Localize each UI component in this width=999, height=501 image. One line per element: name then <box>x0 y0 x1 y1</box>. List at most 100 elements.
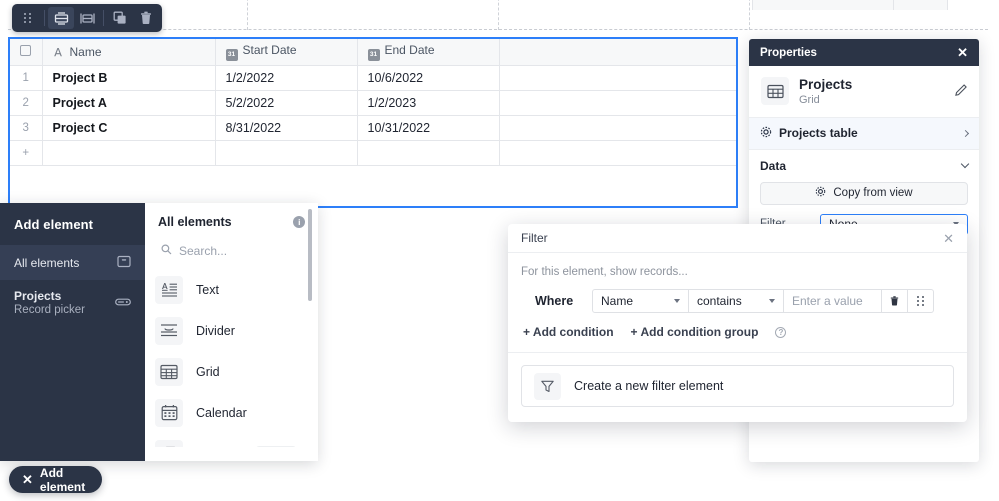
filter-operator-select[interactable]: contains <box>689 289 784 313</box>
close-icon[interactable]: ✕ <box>957 46 968 59</box>
collapse-horizontal-icon[interactable] <box>74 7 100 29</box>
text-field-icon <box>53 46 65 58</box>
grid-element[interactable]: Name 31 Start Date 31 End Date 1 Project B1… <box>8 37 738 208</box>
element-type-list[interactable]: Text Divider Grid Calendar Timeline Pro <box>145 269 318 447</box>
delete-condition-button[interactable] <box>882 289 908 313</box>
drag-handle-icon[interactable] <box>15 7 41 29</box>
grid-element-icon <box>155 357 183 386</box>
filter-subtitle: For this element, show records... <box>521 266 688 278</box>
cell-blank <box>499 90 736 116</box>
where-label: Where <box>535 294 574 308</box>
element-toolbar[interactable] <box>12 4 162 32</box>
filter-field-select[interactable]: Name <box>592 289 689 313</box>
column-header-start-date[interactable]: 31 Start Date <box>215 39 358 66</box>
row-number[interactable]: 2 <box>10 90 43 116</box>
trash-icon[interactable] <box>133 7 159 29</box>
timeline-element-icon <box>155 439 183 447</box>
question-icon[interactable]: ? <box>775 326 787 338</box>
add-element-button-label: Add element <box>39 465 86 494</box>
gear-icon <box>760 126 772 141</box>
table-body: 1 Project B 1/2/2022 10/6/2022 2 Project A 5/2… <box>10 65 736 166</box>
cell-name[interactable]: Project A <box>42 90 216 116</box>
select-all-header[interactable] <box>10 39 43 66</box>
add-element-button[interactable]: ✕ Add element <box>9 465 102 494</box>
table-row[interactable]: 2 Project A 5/2/2022 1/2/2023 <box>10 90 736 116</box>
pro-badge: Pro <box>255 445 297 447</box>
all-elements-title: All elements <box>158 215 232 229</box>
element-type-label: Grid <box>196 364 220 379</box>
close-icon[interactable]: ✕ <box>943 232 954 245</box>
close-icon[interactable]: ✕ <box>22 473 33 486</box>
text-element-icon <box>155 275 183 304</box>
checkbox-icon[interactable] <box>20 44 32 56</box>
filter-dialog-body: For this element, show records... Where … <box>508 253 967 352</box>
column-header-label: End Date <box>384 42 435 57</box>
duplicate-icon[interactable] <box>107 7 133 29</box>
copy-from-view-button[interactable]: Copy from view <box>760 181 968 205</box>
table-row[interactable]: 3 Project C 8/31/2022 10/31/2022 <box>10 115 736 141</box>
cell-name[interactable]: Project B <box>42 65 216 91</box>
data-section-toggle[interactable]: Data <box>749 150 979 180</box>
cell-end-date[interactable]: 10/6/2022 <box>357 65 500 91</box>
column-guide <box>749 0 750 30</box>
gear-icon <box>815 186 826 200</box>
chevron-down-icon <box>674 299 680 303</box>
cell-start-date[interactable]: 8/31/2022 <box>215 115 358 141</box>
data-section-label: Data <box>760 158 787 173</box>
add-row[interactable]: + <box>10 140 736 166</box>
add-element-sidebar[interactable]: Add element All elements Projects Record… <box>0 203 145 461</box>
search-input[interactable]: Search... <box>155 239 309 263</box>
cell-name[interactable]: Project C <box>42 115 216 141</box>
element-type-label: Calendar <box>196 405 247 420</box>
calendar-element-icon <box>155 398 183 427</box>
info-icon[interactable]: i <box>293 216 306 228</box>
column-header-end-date[interactable]: 31 End Date <box>357 39 500 66</box>
expand-horizontal-icon[interactable] <box>48 7 74 29</box>
pencil-icon[interactable] <box>955 83 968 99</box>
table-row[interactable]: 1 Project B 1/2/2022 10/6/2022 <box>10 65 736 91</box>
element-type-timeline[interactable]: Timeline Pro <box>155 433 318 447</box>
toolbar-divider <box>103 10 104 26</box>
cell-start-date[interactable]: 5/2/2022 <box>215 90 358 116</box>
row-number[interactable]: 3 <box>10 115 43 141</box>
element-type-divider[interactable]: Divider <box>155 310 318 351</box>
drag-condition-handle[interactable] <box>908 289 934 313</box>
add-condition-button[interactable]: + Add condition <box>523 325 614 339</box>
filter-actions: + Add condition + Add condition group ? <box>521 313 954 352</box>
filter-operator-value: contains <box>697 294 742 308</box>
cell-blank <box>499 65 736 91</box>
cell-end-date[interactable]: 1/2/2023 <box>357 90 500 116</box>
filter-field-value: Name <box>601 294 634 308</box>
editor-canvas[interactable]: Name 31 Start Date 31 End Date 1 Project B1… <box>0 0 999 501</box>
drag-dots-icon <box>916 296 925 306</box>
sidebar-item-all-elements[interactable]: All elements <box>0 245 145 280</box>
add-condition-group-button[interactable]: + Add condition group <box>631 325 759 339</box>
element-type-label: Divider <box>196 323 235 338</box>
projects-grid-table[interactable]: Name 31 Start Date 31 End Date 1 Project B1… <box>10 39 736 166</box>
trash-icon <box>890 296 899 306</box>
cell-start-date[interactable]: 1/2/2022 <box>215 65 358 91</box>
add-element-panel[interactable]: Add element All elements Projects Record… <box>0 203 319 461</box>
element-identity: Projects Grid <box>749 66 979 117</box>
filter-dialog[interactable]: Filter ✕ For this element, show records.… <box>508 224 967 422</box>
element-type-text[interactable]: Text <box>155 269 318 310</box>
cell-end-date[interactable]: 10/31/2022 <box>357 115 500 141</box>
add-element-list-pane[interactable]: All elements i Search... Text Divider Grid… <box>145 203 319 461</box>
properties-title: Properties <box>760 46 817 59</box>
row-number[interactable]: 1 <box>10 65 43 91</box>
element-type-calendar[interactable]: Calendar <box>155 392 318 433</box>
create-filter-element-button[interactable]: Create a new filter element <box>521 365 954 407</box>
grid-icon <box>761 77 789 106</box>
projects-table-link[interactable]: Projects table <box>749 116 979 150</box>
chevron-down-icon <box>960 159 970 169</box>
filter-condition-row: Where Name contains Enter a value <box>521 289 954 313</box>
element-type-grid[interactable]: Grid <box>155 351 318 392</box>
filter-value-input[interactable]: Enter a value <box>784 289 882 313</box>
sidebar-item-projects[interactable]: Projects Record picker <box>0 280 145 325</box>
column-header-name[interactable]: Name <box>42 39 216 66</box>
add-row-icon[interactable]: + <box>10 140 43 166</box>
scrollbar[interactable] <box>308 209 313 301</box>
add-element-title: Add element <box>14 217 94 232</box>
calendar-icon: 31 <box>367 48 380 61</box>
cell-blank <box>499 115 736 141</box>
